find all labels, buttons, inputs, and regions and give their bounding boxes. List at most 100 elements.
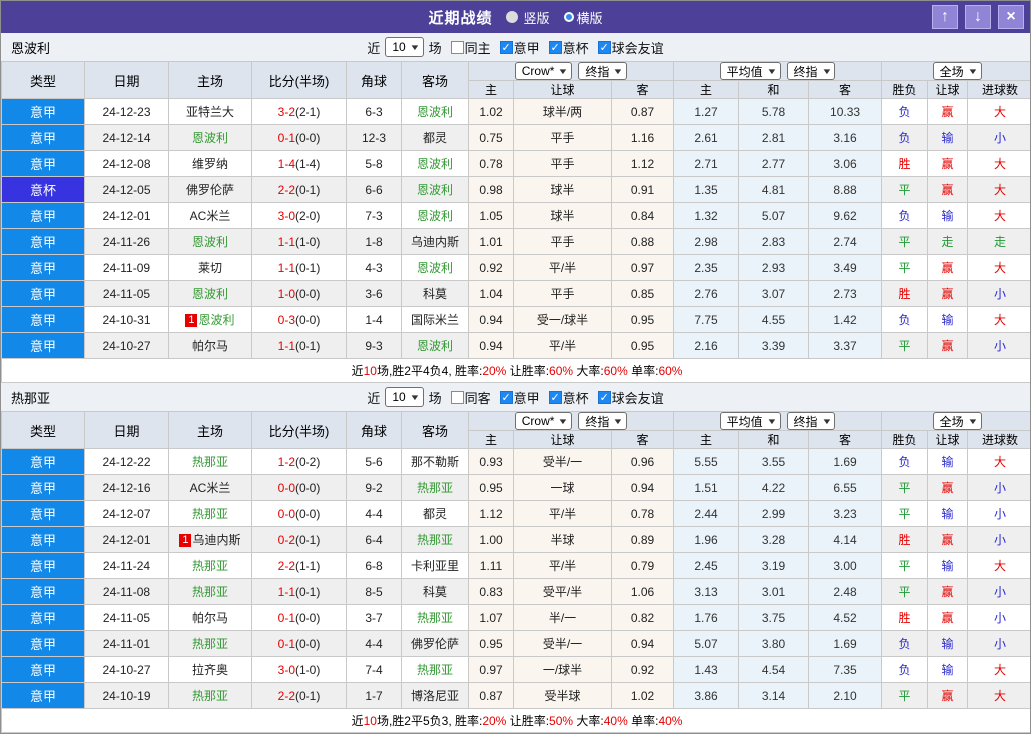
corner-cell: 1-4: [346, 306, 402, 333]
score-cell: 3-0(2-0): [251, 202, 347, 229]
corner-cell: 9-3: [346, 332, 402, 359]
odds-home-cell: 0.78: [468, 150, 514, 177]
table-row: 意甲 24-12-23 亚特兰大 3-2(2-1) 6-3 恩波利 1.02 球半/两 0.87…: [1, 98, 1030, 125]
select-value: 平均值: [726, 64, 763, 79]
league-filter-checkbox[interactable]: ✓: [499, 40, 513, 54]
move-down-button[interactable]: ↓: [965, 5, 991, 29]
table-row: 意甲 24-12-08 维罗纳 1-4(1-4) 5-8 恩波利 0.78 平手 1.12 2.7…: [1, 150, 1030, 177]
average-select[interactable]: 平均值 ▼: [719, 412, 781, 430]
home-team-cell: 莱切: [168, 254, 252, 281]
league-badge: 意甲: [1, 630, 85, 657]
score-cell: 0-0(0-0): [251, 474, 347, 501]
avg-home-cell: 2.44: [673, 500, 740, 527]
goals-result-cell: 走: [967, 228, 1030, 255]
sections-container: 恩波利近 10 ▼ 场同主 ✓ 意甲 ✓ 意杯 ✓ 球会友谊 类型 日期 主场 比分(半场) 角球 客场 Cro…: [1, 33, 1030, 733]
average-terminal-select[interactable]: 终指 ▼: [786, 412, 836, 430]
handicap-result-cell: 赢: [927, 526, 969, 553]
layout-radio-selected[interactable]: 横版: [565, 8, 603, 27]
match-result-cell: 胜: [881, 604, 929, 631]
league-filter-checkbox[interactable]: ✓: [548, 390, 562, 404]
avg-home-cell: 1.43: [673, 656, 740, 683]
scope-select[interactable]: 全场 ▼: [932, 412, 982, 430]
avg-home-cell: 3.13: [673, 578, 740, 605]
odds-terminal-select[interactable]: 终指 ▼: [578, 62, 628, 80]
corner-cell: 5-6: [346, 448, 402, 475]
column-subheader: 客: [808, 430, 883, 449]
handicap-result-cell: 赢: [927, 332, 969, 359]
close-icon: ×: [1006, 8, 1016, 25]
recent-suffix-label: 场: [428, 390, 442, 406]
window-titlebar: 近期战绩 竖版 横版 ↑ ↓ ×: [1, 1, 1030, 33]
fulltime-score: 0-1: [277, 610, 295, 625]
average-select[interactable]: 平均值 ▼: [719, 62, 781, 80]
chevron-down-icon: ▼: [409, 42, 421, 52]
odds-handicap-cell: 平手: [513, 124, 612, 151]
corner-cell: 6-3: [346, 98, 402, 125]
corner-cell: 7-3: [346, 202, 402, 229]
odds-away-cell: 0.78: [610, 500, 675, 527]
odds-company-select[interactable]: Crow* ▼: [514, 62, 573, 80]
score-cell: 1-1(0-1): [251, 254, 347, 281]
summary-stat-label: 单率:: [627, 714, 659, 728]
league-badge: 意甲: [1, 150, 85, 177]
odds-handicap-cell: 平手: [513, 228, 612, 255]
column-header: 角球: [346, 411, 402, 449]
league-filter-checkbox[interactable]: ✓: [499, 390, 513, 404]
avg-away-cell: 3.00: [808, 552, 883, 579]
avg-draw-cell: 3.80: [738, 630, 810, 657]
recent-count-select[interactable]: 10 ▼: [385, 37, 424, 57]
avg-draw-cell: 4.81: [738, 176, 810, 203]
fulltime-score: 0-1: [277, 130, 295, 145]
team-name: 恩波利: [416, 105, 453, 119]
average-group-header: 平均值 ▼ 终指 ▼: [673, 411, 883, 431]
chevron-down-icon: ▼: [766, 416, 778, 426]
away-team-cell: 都灵: [401, 124, 469, 151]
same-venue-label: 同主: [464, 40, 491, 56]
away-team-cell: 那不勒斯: [401, 448, 469, 475]
odds-company-select[interactable]: Crow* ▼: [514, 412, 573, 430]
goals-result-cell: 大: [967, 254, 1030, 281]
goals-result-cell: 大: [967, 306, 1030, 333]
odds-group-header: Crow* ▼ 终指 ▼: [467, 411, 675, 431]
goals-result-cell: 大: [967, 552, 1030, 579]
avg-draw-cell: 3.01: [738, 578, 810, 605]
filter-controls: 近 10 ▼ 场同客 ✓ 意甲 ✓ 意杯 ✓ 球会友谊: [367, 387, 664, 407]
odds-away-cell: 0.85: [610, 280, 675, 307]
recent-count-select[interactable]: 10 ▼: [385, 387, 424, 407]
odds-home-cell: 0.87: [468, 682, 514, 709]
league-badge: 意甲: [1, 202, 85, 229]
close-button[interactable]: ×: [998, 5, 1024, 29]
summary-stat-label: 近: [351, 714, 364, 728]
league-filter-checkbox[interactable]: ✓: [597, 390, 611, 404]
odds-handicap-cell: 球半: [513, 202, 612, 229]
league-filter-checkbox[interactable]: ✓: [597, 40, 611, 54]
move-up-button[interactable]: ↑: [932, 5, 958, 29]
odds-handicap-cell: 平/半: [513, 500, 612, 527]
odds-handicap-cell: 球半: [513, 176, 612, 203]
average-terminal-select[interactable]: 终指 ▼: [786, 62, 836, 80]
goals-result-cell: 小: [967, 474, 1030, 501]
league-filter-checkbox[interactable]: ✓: [548, 40, 562, 54]
radio-label: 竖版: [523, 10, 550, 26]
chevron-down-icon: ▼: [967, 66, 979, 76]
same-venue-checkbox[interactable]: [450, 390, 464, 404]
corner-cell: 3-6: [346, 280, 402, 307]
odds-home-cell: 0.83: [468, 578, 514, 605]
chevron-down-icon: ▼: [612, 66, 624, 76]
corner-cell: 9-2: [346, 474, 402, 501]
odds-terminal-select[interactable]: 终指 ▼: [578, 412, 628, 430]
avg-away-cell: 3.16: [808, 124, 883, 151]
fulltime-score: 3-0: [277, 662, 295, 677]
same-venue-label: 同客: [464, 390, 491, 406]
same-venue-checkbox[interactable]: [450, 40, 464, 54]
fulltime-score: 3-2: [277, 104, 295, 119]
halftime-score: (1-0): [295, 234, 321, 249]
team-name: 热那亚: [416, 533, 453, 547]
avg-home-cell: 5.07: [673, 630, 740, 657]
table-row: 意甲 24-11-05 帕尔马 0-1(0-0) 3-7 热那亚 1.07 半/一 0.82 1.…: [1, 604, 1030, 631]
scope-select[interactable]: 全场 ▼: [932, 62, 982, 80]
date-cell: 24-10-31: [84, 306, 169, 333]
fulltime-score: 1-1: [277, 584, 295, 599]
avg-home-cell: 1.76: [673, 604, 740, 631]
layout-radio-option[interactable]: 竖版: [506, 8, 550, 27]
